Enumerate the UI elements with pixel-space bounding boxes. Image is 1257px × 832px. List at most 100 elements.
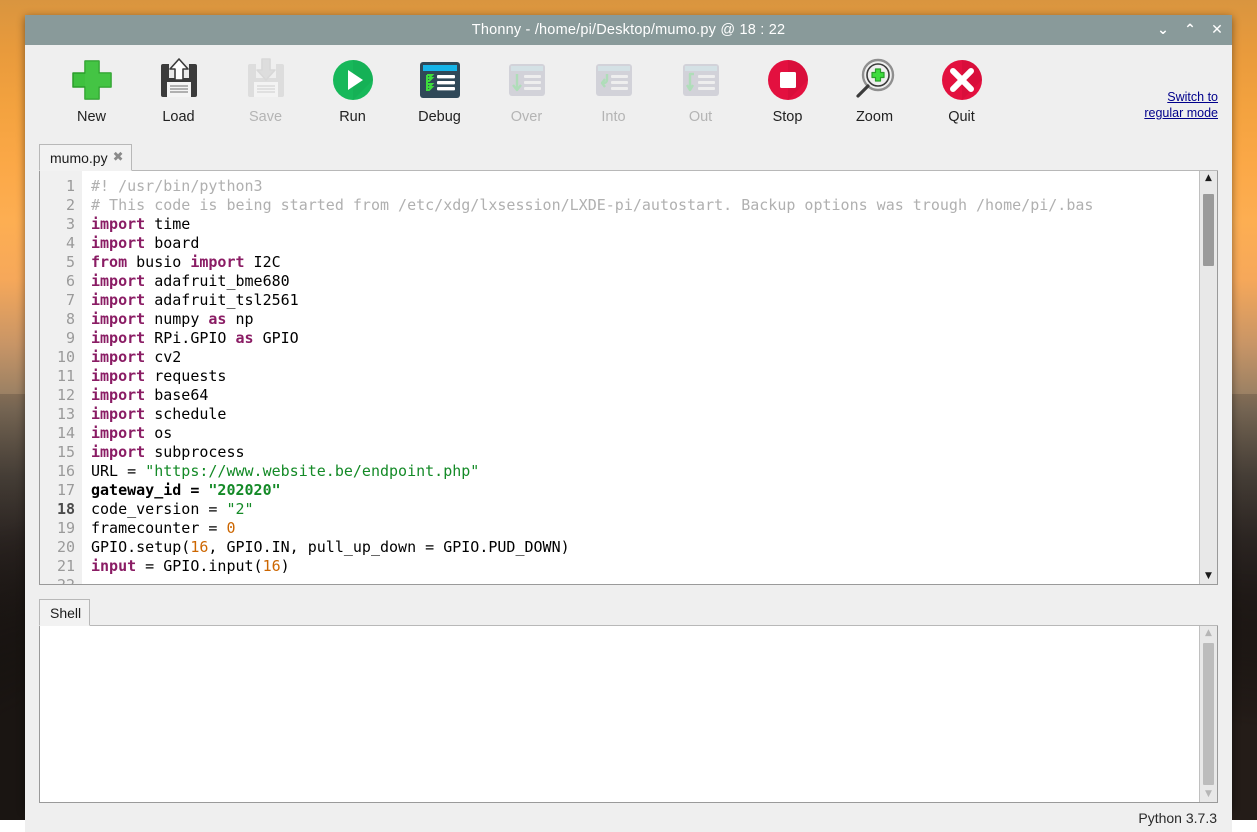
editor-tab-mumo-py[interactable]: mumo.py ✖ (39, 144, 132, 171)
shell-scroll-down-arrow-icon[interactable]: ▼ (1200, 787, 1217, 802)
toolbar-button-debug[interactable]: Debug (396, 54, 483, 125)
toolbar-label-debug: Debug (418, 109, 461, 125)
code-line[interactable]: import RPi.GPIO as GPIO (91, 329, 1199, 348)
code-line[interactable]: import os (91, 424, 1199, 443)
close-icon[interactable]: ✕ (1210, 23, 1224, 37)
shell-vertical-scrollbar[interactable]: ▲ ▼ (1199, 626, 1217, 802)
toolbar-button-zoom[interactable]: Zoom (831, 54, 918, 125)
line-number: 15 (40, 443, 82, 462)
toolbar-button-over[interactable]: Over (483, 54, 570, 125)
code-line[interactable]: import board (91, 234, 1199, 253)
switch-to-regular-mode-link[interactable]: Switch to regular mode (1142, 89, 1218, 121)
line-number: 18 (40, 500, 82, 519)
scroll-up-arrow-icon[interactable]: ▲ (1200, 171, 1217, 186)
code-line[interactable]: import time (91, 215, 1199, 234)
shell-tab[interactable]: Shell (39, 599, 90, 626)
editor-notebook: mumo.py ✖ 123456789101112131415161718192… (39, 142, 1218, 585)
quit-x-icon (936, 54, 988, 106)
code-token-num: 16 (263, 557, 281, 575)
code-token-plain: code_version = (91, 500, 226, 518)
code-editor[interactable]: 12345678910111213141516171819202122 #! /… (39, 171, 1218, 585)
code-token-plain: np (226, 310, 253, 328)
code-token-plain: base64 (145, 386, 208, 404)
code-line[interactable]: import cv2 (91, 348, 1199, 367)
line-number: 6 (40, 272, 82, 291)
code-line[interactable]: #! /usr/bin/python3 (91, 177, 1199, 196)
code-line[interactable]: URL = "https://www.website.be/endpoint.p… (91, 462, 1199, 481)
editor-scroll-track[interactable] (1200, 186, 1217, 569)
window-titlebar[interactable]: Thonny - /home/pi/Desktop/mumo.py @ 18 :… (25, 15, 1232, 45)
shell-output-area[interactable] (40, 626, 1199, 802)
magnifier-plus-icon (849, 54, 901, 106)
toolbar-button-load[interactable]: Load (135, 54, 222, 125)
status-bar: Python 3.7.3 (25, 803, 1232, 832)
toolbar-button-run[interactable]: Run (309, 54, 396, 125)
line-number: 7 (40, 291, 82, 310)
maximize-icon[interactable]: ⌃ (1183, 23, 1197, 37)
code-line[interactable]: import numpy as np (91, 310, 1199, 329)
shell-scroll-thumb[interactable] (1203, 643, 1214, 785)
code-token-kw: import (91, 386, 145, 404)
code-line[interactable]: framecounter = 0 (91, 519, 1199, 538)
toolbar-label-over: Over (511, 109, 542, 125)
toolbar-button-save[interactable]: Save (222, 54, 309, 125)
editor-tabstrip: mumo.py ✖ (39, 142, 1218, 171)
toolbar-button-new[interactable]: New (48, 54, 135, 125)
shell-tabstrip: Shell (39, 597, 1218, 626)
toolbar-button-out[interactable]: Out (657, 54, 744, 125)
line-number: 13 (40, 405, 82, 424)
line-number: 5 (40, 253, 82, 272)
code-token-plain: , GPIO.IN, pull_up_down = GPIO.PUD_DOWN) (208, 538, 569, 556)
toolbar-button-quit[interactable]: Quit (918, 54, 1005, 125)
interpreter-label: Python 3.7.3 (1138, 810, 1217, 826)
code-line[interactable]: gateway_id = "202020" (91, 481, 1199, 500)
toolbar-button-into[interactable]: Into (570, 54, 657, 125)
main-toolbar: New Load (25, 45, 1232, 142)
line-number: 11 (40, 367, 82, 386)
line-number-gutter: 12345678910111213141516171819202122 (40, 171, 82, 584)
code-line[interactable]: from busio import I2C (91, 253, 1199, 272)
step-out-icon (675, 54, 727, 106)
toolbar-label-save: Save (249, 109, 282, 125)
shell-panel[interactable]: ▲ ▼ (39, 626, 1218, 803)
code-line[interactable]: import schedule (91, 405, 1199, 424)
code-line[interactable]: GPIO.setup(16, GPIO.IN, pull_up_down = G… (91, 538, 1199, 557)
editor-scroll-thumb[interactable] (1203, 194, 1214, 266)
code-token-plain: adafruit_bme680 (145, 272, 290, 290)
toolbar-label-out: Out (689, 109, 712, 125)
code-token-kw: import (91, 215, 145, 233)
code-token-plain: busio (127, 253, 190, 271)
code-line[interactable]: import adafruit_bme680 (91, 272, 1199, 291)
line-number: 19 (40, 519, 82, 538)
code-token-plain: GPIO.setup( (91, 538, 190, 556)
shell-scroll-up-arrow-icon[interactable]: ▲ (1200, 626, 1217, 641)
tab-close-icon[interactable]: ✖ (113, 151, 124, 164)
line-number: 4 (40, 234, 82, 253)
minimize-icon[interactable]: ⌄ (1156, 23, 1170, 37)
code-token-kw: import (91, 367, 145, 385)
line-number: 17 (40, 481, 82, 500)
toolbar-button-stop[interactable]: Stop (744, 54, 831, 125)
code-line[interactable]: import base64 (91, 386, 1199, 405)
code-token-kw: from (91, 253, 127, 271)
code-line[interactable]: # This code is being started from /etc/x… (91, 196, 1199, 215)
code-token-comment: #! /usr/bin/python3 (91, 177, 263, 195)
scroll-down-arrow-icon[interactable]: ▼ (1200, 569, 1217, 584)
code-line[interactable]: import requests (91, 367, 1199, 386)
code-token-kw: as (208, 310, 226, 328)
toolbar-label-load: Load (162, 109, 194, 125)
code-line[interactable]: code_version = "2" (91, 500, 1199, 519)
stop-square-icon (762, 54, 814, 106)
code-text-area[interactable]: #! /usr/bin/python3# This code is being … (82, 171, 1199, 584)
step-into-icon (588, 54, 640, 106)
code-token-plain: ) (281, 557, 290, 575)
code-token-plain: time (145, 215, 190, 233)
line-number: 1 (40, 177, 82, 196)
code-line[interactable]: input = GPIO.input(16) (91, 557, 1199, 576)
code-line[interactable]: import adafruit_tsl2561 (91, 291, 1199, 310)
code-token-plain: schedule (145, 405, 226, 423)
shell-scroll-track[interactable] (1200, 641, 1217, 787)
code-line[interactable]: import subprocess (91, 443, 1199, 462)
editor-vertical-scrollbar[interactable]: ▲ ▼ (1199, 171, 1217, 584)
toolbar-label-stop: Stop (773, 109, 803, 125)
